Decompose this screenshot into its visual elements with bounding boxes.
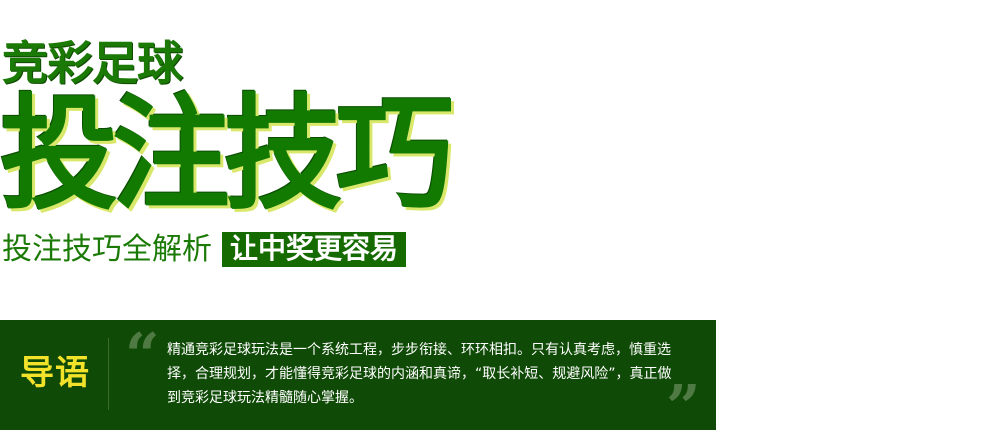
quote-close-icon: ” xyxy=(666,373,701,443)
intro-divider xyxy=(108,338,109,410)
intro-label: 导语 xyxy=(20,353,90,393)
hero-tagline: 投注技巧全解析 让中奖更容易 xyxy=(2,231,407,267)
intro-text: 精通竞彩足球玩法是一个系统工程，步步衔接、环环相扣。只有认真考虑，慎重选择，合理… xyxy=(167,342,672,406)
intro-bar: 导语 “ 精通竞彩足球玩法是一个系统工程，步步衔接、环环相扣。只有认真考虑，慎重… xyxy=(0,320,716,438)
hero-title: 投注技巧 xyxy=(0,81,454,227)
quote-open-icon: “ xyxy=(125,321,160,391)
tagline-highlight-badge: 让中奖更容易 xyxy=(222,232,407,267)
hero-banner: 竞彩足球 投注技巧 投注技巧全解析 让中奖更容易 xyxy=(0,0,720,300)
hero-subtitle: 竞彩足球 xyxy=(2,36,183,90)
tagline-text: 投注技巧全解析 xyxy=(2,231,212,267)
